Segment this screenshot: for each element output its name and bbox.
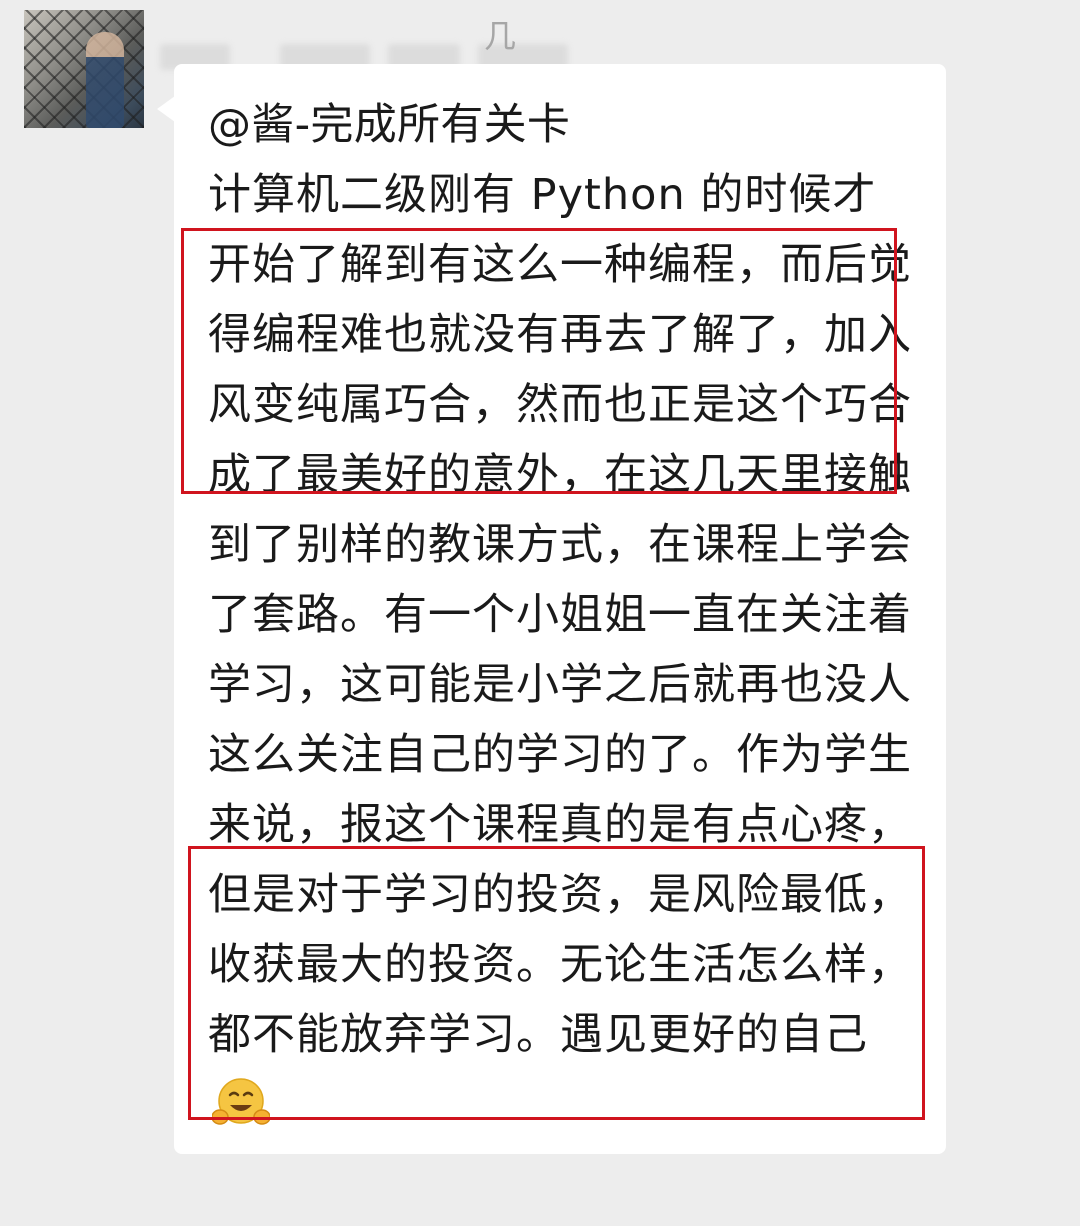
- message-body: 计算机二级刚有 Python 的时候才开始了解到有这么一种编程，而后觉得编程难也…: [208, 170, 912, 1060]
- avatar-fence-pattern: [24, 10, 144, 128]
- avatar-person: [86, 32, 124, 128]
- message-text: 计算机二级刚有 Python 的时候才开始了解到有这么一种编程，而后觉得编程难也…: [208, 160, 920, 1140]
- avatar[interactable]: [24, 10, 144, 128]
- sender-name: 几: [484, 17, 517, 55]
- mention-text[interactable]: @酱-完成所有关卡: [208, 90, 926, 160]
- message-bubble[interactable]: @酱-完成所有关卡 计算机二级刚有 Python 的时候才开始了解到有这么一种编…: [174, 64, 946, 1154]
- bubble-tail: [157, 96, 175, 122]
- hugging-face-emoji: [212, 1078, 270, 1125]
- sender-name-area: [160, 18, 580, 70]
